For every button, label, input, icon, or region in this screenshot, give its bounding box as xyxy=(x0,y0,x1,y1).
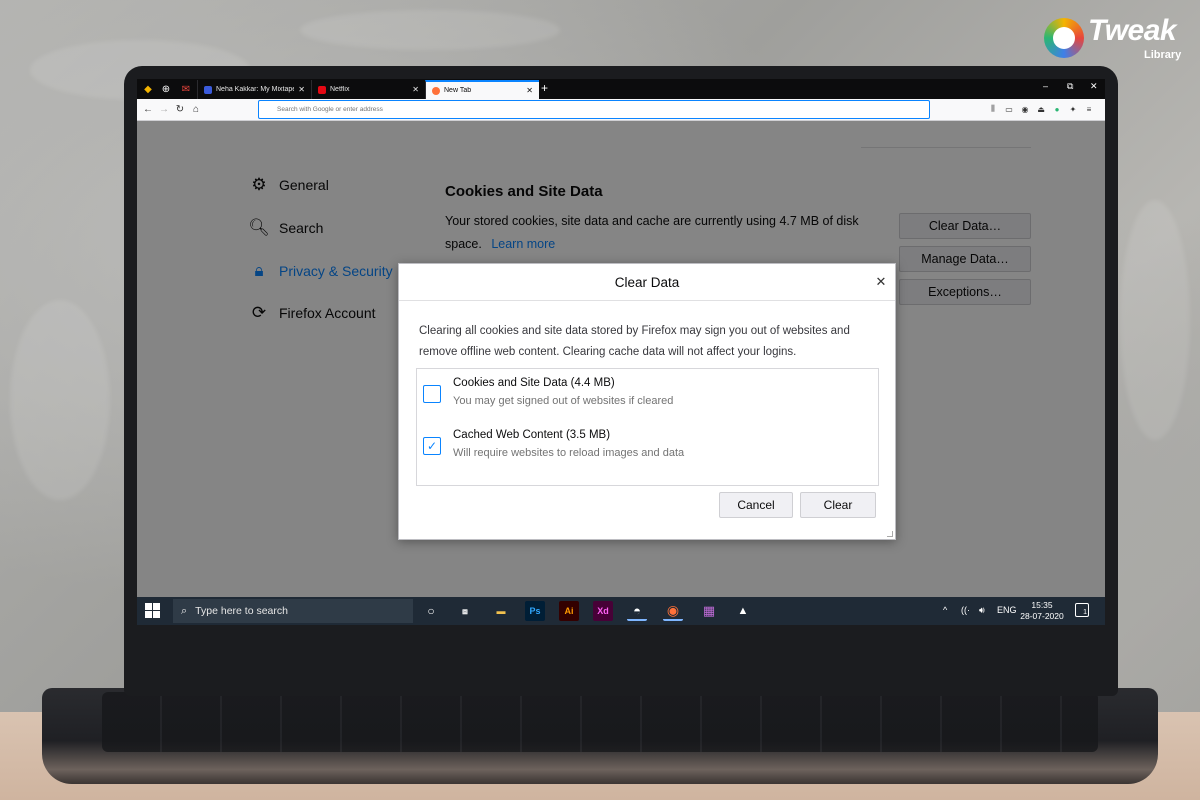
minimize-icon[interactable]: – xyxy=(1043,81,1048,91)
tab-favicon-icon xyxy=(318,85,326,94)
firefox-icon[interactable]: ◉ xyxy=(663,601,683,621)
cancel-button[interactable]: Cancel xyxy=(719,492,793,518)
search-icon: ⌕ xyxy=(181,604,188,617)
app-glyph: ◓ xyxy=(633,602,641,618)
app-glyph: ▬ xyxy=(496,606,506,616)
file-explorer-icon[interactable]: ▬ xyxy=(491,601,511,621)
clear-data-dialog: Clear Data ✕ Clearing all cookies and si… xyxy=(398,263,896,540)
app-glyph: ▲ xyxy=(737,605,749,617)
tab-label: Neha Kakkar: My Mixtape on F xyxy=(216,86,295,93)
task-view-icon[interactable]: ⧈ xyxy=(455,601,475,621)
menu-icon[interactable]: ≡ xyxy=(1083,103,1095,115)
option-sublabel: Will require websites to reload images a… xyxy=(453,447,685,459)
wall-texture xyxy=(10,300,110,500)
app-glyph: Ps xyxy=(529,606,541,616)
taskbar-clock[interactable]: 15:35 28-07-2020 xyxy=(1019,600,1065,622)
browser-nav-bar: ← → ↻ ⌂ Search with Google or enter addr… xyxy=(137,99,1105,121)
app-glyph: Ai xyxy=(564,606,574,616)
tab-netflix[interactable]: Netflix ✕ xyxy=(311,80,425,99)
forward-icon[interactable]: → xyxy=(157,102,171,116)
tab-neha-kakkar[interactable]: Neha Kakkar: My Mixtape on F ✕ xyxy=(197,80,311,99)
volume-icon[interactable]: 🔊︎ xyxy=(979,605,985,616)
photoshop-icon[interactable]: Ps xyxy=(525,601,545,621)
url-bar[interactable]: Search with Google or enter address xyxy=(258,100,930,119)
laptop-keyboard-base xyxy=(42,688,1158,784)
tab-favicon-icon xyxy=(432,86,440,95)
notification-count: 1 xyxy=(1083,609,1087,616)
laptop-screen: ◆ ⊕ ✉ Neha Kakkar: My Mixtape on F ✕ Net… xyxy=(137,79,1105,625)
new-tab-button[interactable]: + xyxy=(541,81,548,95)
xd-icon[interactable]: Xd xyxy=(593,601,613,621)
url-placeholder: Search with Google or enter address xyxy=(277,106,383,113)
tab-close-icon[interactable]: ✕ xyxy=(412,85,419,94)
dialog-description: Clearing all cookies and site data store… xyxy=(419,325,850,358)
extension-icon[interactable]: ⏏ xyxy=(1035,103,1047,115)
close-icon[interactable]: ✕ xyxy=(873,274,889,290)
resize-grip[interactable] xyxy=(887,531,893,537)
app-glyph: Xd xyxy=(597,606,609,616)
app-glyph: ◉ xyxy=(666,601,680,618)
option-sublabel: You may get signed out of websites if cl… xyxy=(453,395,674,407)
option-label: Cached Web Content (3.5 MB) xyxy=(453,429,611,441)
tab-close-icon[interactable]: ✕ xyxy=(526,86,533,95)
wall-texture xyxy=(300,10,560,50)
taskbar-search-placeholder: Type here to search xyxy=(195,605,288,617)
home-icon[interactable]: ⌂ xyxy=(189,102,203,116)
restore-icon[interactable]: ⧉ xyxy=(1067,81,1073,92)
cache-checkbox[interactable]: ✓ xyxy=(423,437,441,455)
cortana-icon[interactable]: ○ xyxy=(421,601,441,621)
back-icon[interactable]: ← xyxy=(141,102,155,116)
brand-logo: Tweak Library xyxy=(1040,14,1190,64)
tab-new-tab[interactable]: New Tab ✕ xyxy=(425,80,539,99)
library-icon[interactable]: ⫼ xyxy=(987,103,999,115)
extensions-puzzle-icon[interactable]: ✦ xyxy=(1067,103,1079,115)
brand-swirl-icon xyxy=(1044,18,1084,58)
illustrator-icon[interactable]: Ai xyxy=(559,601,579,621)
notification-center-icon[interactable]: 1 xyxy=(1075,603,1089,617)
app-glyph: ▦ xyxy=(702,603,716,618)
network-icon[interactable]: ((· xyxy=(961,605,970,615)
pinned-tab-chrome-icon[interactable]: ⊕ xyxy=(157,81,175,97)
tray-chevron-icon[interactable]: ^ xyxy=(943,605,947,615)
clear-button[interactable]: Clear xyxy=(800,492,876,518)
winrar-icon[interactable]: ▦ xyxy=(699,601,719,621)
pinned-tab-gmail-icon[interactable]: ✉ xyxy=(177,81,195,97)
snipping-tool-icon[interactable]: ◓ xyxy=(627,601,647,621)
language-indicator[interactable]: ENG xyxy=(997,605,1017,615)
tab-favicon-icon xyxy=(204,85,212,94)
sidebar-icon[interactable]: ▭ xyxy=(1003,103,1015,115)
brand-name: Tweak xyxy=(1088,14,1177,47)
account-icon[interactable]: ◉ xyxy=(1019,103,1031,115)
window-close-icon[interactable]: ✕ xyxy=(1090,81,1098,92)
cookies-checkbox[interactable] xyxy=(423,385,441,403)
pinned-tab-google-icon[interactable]: ◆ xyxy=(139,81,157,97)
grammarly-icon[interactable]: ● xyxy=(1051,103,1063,115)
photos-icon[interactable]: ▲ xyxy=(733,601,753,621)
tab-close-icon[interactable]: ✕ xyxy=(298,85,305,94)
option-label: Cookies and Site Data (4.4 MB) xyxy=(453,377,615,389)
tab-label: New Tab xyxy=(444,87,472,94)
brand-sub: Library xyxy=(1144,49,1182,61)
browser-tab-bar: ◆ ⊕ ✉ Neha Kakkar: My Mixtape on F ✕ Net… xyxy=(137,79,1105,99)
windows-start-icon[interactable] xyxy=(145,603,161,619)
clock-time: 15:35 xyxy=(1031,600,1053,610)
taskbar-search[interactable]: ⌕ Type here to search xyxy=(173,599,413,623)
reload-icon[interactable]: ↻ xyxy=(173,102,187,116)
wall-texture xyxy=(1120,200,1190,440)
clock-date: 28-07-2020 xyxy=(1020,611,1064,621)
tab-label: Netflix xyxy=(330,86,350,93)
windows-taskbar: ⌕ Type here to search ○ ⧈ ▬ Ps Ai Xd ◓ ◉… xyxy=(137,597,1105,625)
options-box: Cookies and Site Data (4.4 MB) You may g… xyxy=(416,368,879,486)
dialog-title: Clear Data xyxy=(399,264,895,301)
